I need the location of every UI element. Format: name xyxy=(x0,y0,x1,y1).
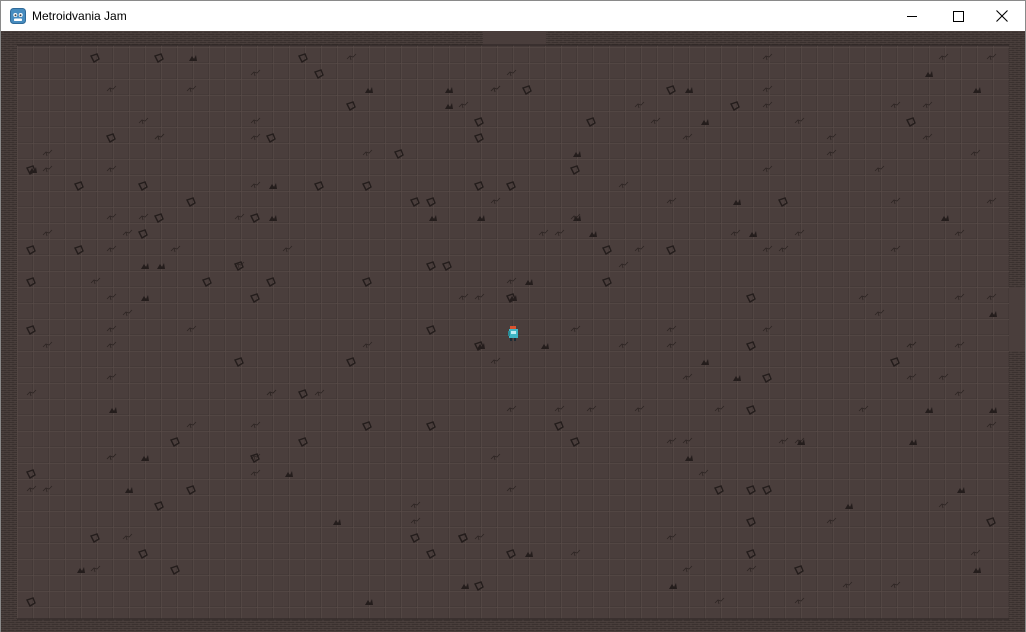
wall-bottom xyxy=(1,619,1025,632)
dungeon-room xyxy=(1,31,1025,632)
window-title: Metroidvania Jam xyxy=(32,9,127,23)
maximize-button[interactable] xyxy=(935,1,981,31)
wall-right-bottom xyxy=(1009,351,1025,632)
game-window: Metroidvania Jam xyxy=(0,0,1026,632)
godot-engine-icon xyxy=(10,8,26,24)
wall-right-top xyxy=(1009,31,1025,287)
door-right xyxy=(1009,287,1025,351)
wall-left xyxy=(1,31,17,632)
wall-top-right xyxy=(546,31,1025,45)
close-icon xyxy=(996,10,1008,22)
door-top xyxy=(483,31,546,45)
minimize-button[interactable] xyxy=(889,1,935,31)
wall-top-left xyxy=(1,31,483,45)
maximize-icon xyxy=(952,10,964,22)
title-bar[interactable]: Metroidvania Jam xyxy=(1,1,1025,31)
minimize-icon xyxy=(906,15,917,17)
close-button[interactable] xyxy=(979,1,1025,31)
game-viewport[interactable] xyxy=(1,31,1025,632)
